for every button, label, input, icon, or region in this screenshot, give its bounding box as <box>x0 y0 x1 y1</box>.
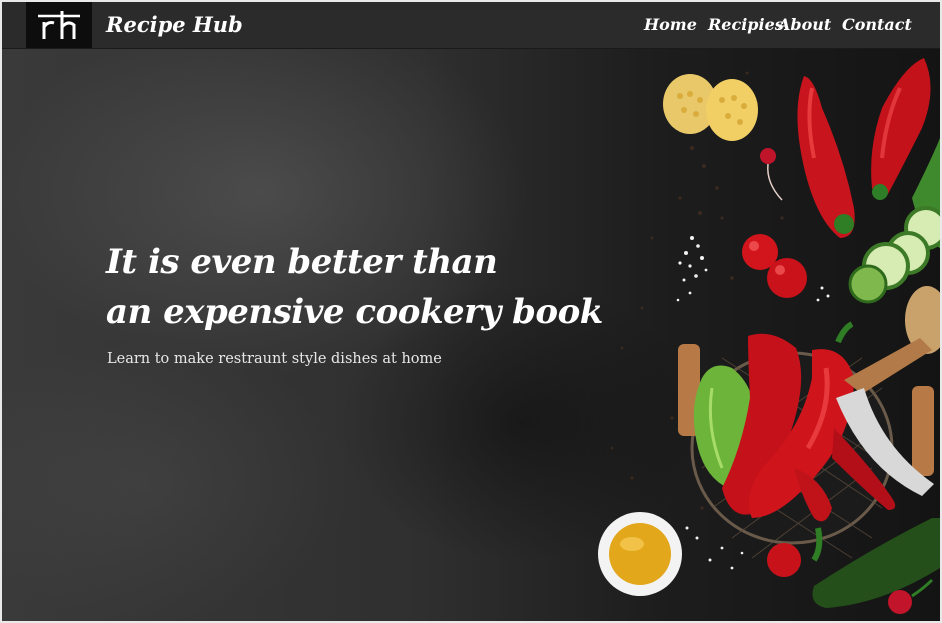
vegetables-image <box>598 58 940 614</box>
nav-link-home[interactable]: Home <box>644 15 697 34</box>
hero-title: It is even better than an expensive cook… <box>106 237 603 337</box>
hero-title-line-1: It is even better than <box>106 242 498 282</box>
hero-subtitle: Learn to make restraunt style dishes at … <box>107 351 442 367</box>
nav-link-contact[interactable]: Contact <box>842 15 912 34</box>
rh-logo-icon <box>38 11 80 39</box>
hero-title-line-2: an expensive cookery book <box>106 292 603 332</box>
nav-link-recipes[interactable]: Recipies <box>708 15 784 34</box>
logo[interactable] <box>26 2 92 48</box>
page-frame: Recipe Hub Home Recipies About Contact I… <box>2 2 940 621</box>
brand-name[interactable]: Recipe Hub <box>106 12 243 37</box>
nav-link-about[interactable]: About <box>778 15 831 34</box>
navbar: Recipe Hub Home Recipies About Contact <box>2 2 940 49</box>
